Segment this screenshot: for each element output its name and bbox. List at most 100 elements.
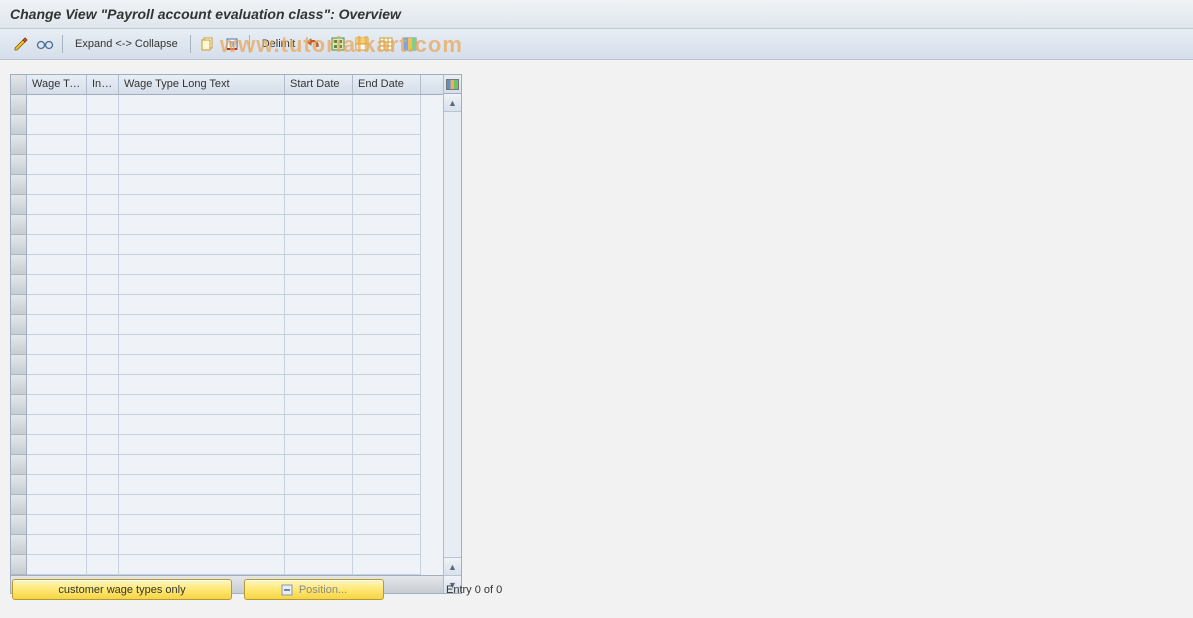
cell-start-date[interactable] (285, 295, 353, 315)
cell-end-date[interactable] (353, 275, 421, 295)
table-config-icon[interactable] (444, 75, 461, 94)
table-row[interactable] (11, 235, 443, 255)
cell-wage-type[interactable] (27, 535, 87, 555)
table-row[interactable] (11, 195, 443, 215)
col-start-date[interactable]: Start Date (285, 75, 353, 94)
cell-start-date[interactable] (285, 315, 353, 335)
row-selector[interactable] (11, 395, 27, 415)
cell-inf[interactable] (87, 555, 119, 575)
cell-start-date[interactable] (285, 555, 353, 575)
cell-start-date[interactable] (285, 215, 353, 235)
cell-inf[interactable] (87, 95, 119, 115)
table-row[interactable] (11, 215, 443, 235)
table-row[interactable] (11, 255, 443, 275)
cell-wage-type[interactable] (27, 295, 87, 315)
cell-inf[interactable] (87, 435, 119, 455)
cell-wage-type[interactable] (27, 415, 87, 435)
cell-inf[interactable] (87, 335, 119, 355)
scroll-up-icon[interactable]: ▲ (444, 94, 461, 112)
cell-inf[interactable] (87, 175, 119, 195)
table-row[interactable] (11, 155, 443, 175)
table-row[interactable] (11, 475, 443, 495)
cell-inf[interactable] (87, 535, 119, 555)
table-row[interactable] (11, 115, 443, 135)
select-all-icon[interactable] (329, 35, 347, 53)
cell-start-date[interactable] (285, 375, 353, 395)
cell-end-date[interactable] (353, 215, 421, 235)
cell-long-text[interactable] (119, 255, 285, 275)
cell-end-date[interactable] (353, 475, 421, 495)
cell-inf[interactable] (87, 315, 119, 335)
col-wage-type[interactable]: Wage Ty... (27, 75, 87, 94)
cell-end-date[interactable] (353, 135, 421, 155)
row-selector[interactable] (11, 135, 27, 155)
cell-long-text[interactable] (119, 515, 285, 535)
glasses-detail-icon[interactable] (36, 35, 54, 53)
cell-inf[interactable] (87, 515, 119, 535)
cell-inf[interactable] (87, 235, 119, 255)
cell-wage-type[interactable] (27, 275, 87, 295)
scroll-track[interactable] (444, 112, 461, 557)
cell-start-date[interactable] (285, 475, 353, 495)
cell-long-text[interactable] (119, 195, 285, 215)
cell-long-text[interactable] (119, 155, 285, 175)
cell-wage-type[interactable] (27, 315, 87, 335)
cell-start-date[interactable] (285, 395, 353, 415)
cell-long-text[interactable] (119, 315, 285, 335)
cell-wage-type[interactable] (27, 175, 87, 195)
row-selector[interactable] (11, 415, 27, 435)
deselect-all-icon[interactable] (377, 35, 395, 53)
cell-wage-type[interactable] (27, 215, 87, 235)
table-row[interactable] (11, 435, 443, 455)
cell-long-text[interactable] (119, 375, 285, 395)
cell-inf[interactable] (87, 115, 119, 135)
row-selector[interactable] (11, 115, 27, 135)
cell-long-text[interactable] (119, 135, 285, 155)
cell-end-date[interactable] (353, 175, 421, 195)
cell-wage-type[interactable] (27, 495, 87, 515)
row-selector[interactable] (11, 235, 27, 255)
table-row[interactable] (11, 495, 443, 515)
cell-long-text[interactable] (119, 475, 285, 495)
cell-end-date[interactable] (353, 555, 421, 575)
cell-inf[interactable] (87, 155, 119, 175)
cell-start-date[interactable] (285, 235, 353, 255)
col-end-date[interactable]: End Date (353, 75, 421, 94)
cell-long-text[interactable] (119, 395, 285, 415)
cell-long-text[interactable] (119, 175, 285, 195)
cell-start-date[interactable] (285, 415, 353, 435)
cell-start-date[interactable] (285, 255, 353, 275)
row-selector[interactable] (11, 495, 27, 515)
cell-long-text[interactable] (119, 455, 285, 475)
row-selector[interactable] (11, 355, 27, 375)
cell-long-text[interactable] (119, 95, 285, 115)
col-inf[interactable]: Inf... (87, 75, 119, 94)
cell-long-text[interactable] (119, 215, 285, 235)
cell-end-date[interactable] (353, 495, 421, 515)
cell-wage-type[interactable] (27, 335, 87, 355)
cell-long-text[interactable] (119, 275, 285, 295)
row-selector[interactable] (11, 255, 27, 275)
row-selector[interactable] (11, 315, 27, 335)
cell-start-date[interactable] (285, 535, 353, 555)
cell-inf[interactable] (87, 255, 119, 275)
cell-inf[interactable] (87, 355, 119, 375)
expand-collapse-button[interactable]: Expand <-> Collapse (71, 38, 182, 50)
cell-wage-type[interactable] (27, 255, 87, 275)
cell-wage-type[interactable] (27, 195, 87, 215)
cell-wage-type[interactable] (27, 555, 87, 575)
cell-long-text[interactable] (119, 535, 285, 555)
cell-wage-type[interactable] (27, 435, 87, 455)
cell-wage-type[interactable] (27, 475, 87, 495)
cell-end-date[interactable] (353, 535, 421, 555)
table-row[interactable] (11, 175, 443, 195)
cell-long-text[interactable] (119, 235, 285, 255)
cell-long-text[interactable] (119, 415, 285, 435)
col-long-text[interactable]: Wage Type Long Text (119, 75, 285, 94)
cell-start-date[interactable] (285, 135, 353, 155)
row-selector[interactable] (11, 295, 27, 315)
cell-start-date[interactable] (285, 275, 353, 295)
copy-icon[interactable] (199, 35, 217, 53)
scroll-down-icon[interactable]: ▲ (444, 557, 461, 575)
delimit-button[interactable]: Delimit (258, 38, 300, 50)
